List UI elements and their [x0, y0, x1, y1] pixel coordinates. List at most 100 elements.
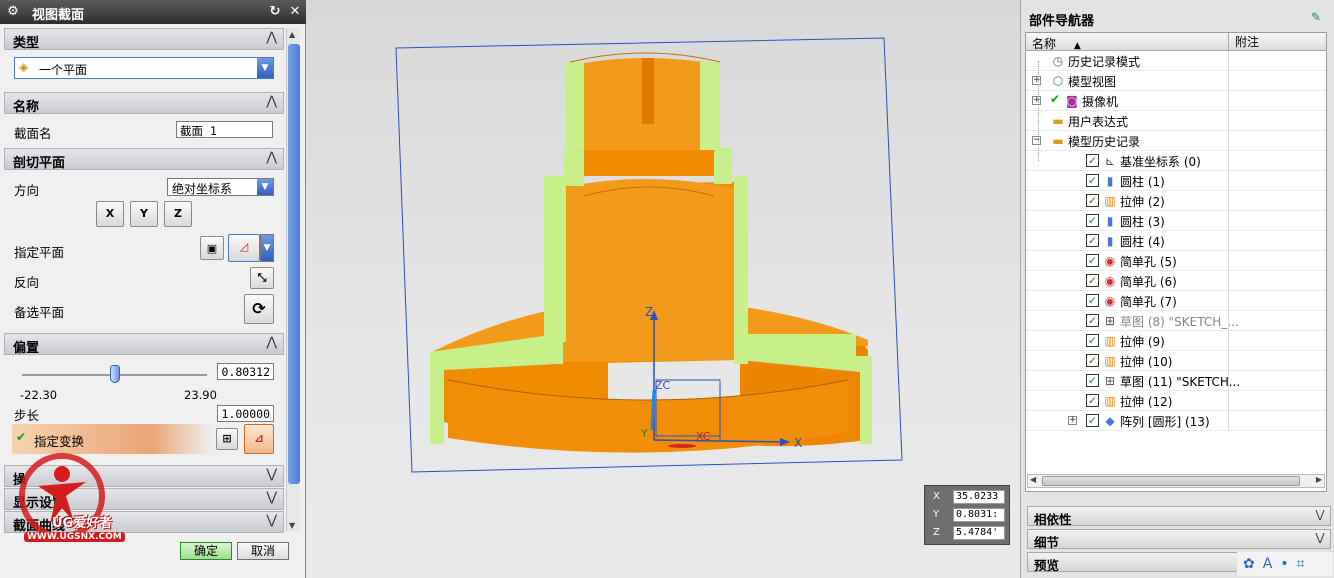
visibility-checkbox[interactable]: ✓: [1086, 394, 1099, 407]
chevron-down-icon[interactable]: ⋁: [1313, 531, 1327, 545]
navigator-tree[interactable]: 名称 ▲ 附注 ◷ 历史记录模式 + ⬡ 模型视图 + ✔ ◙ 摄像机 ▬ 用户表达式 − ▬ 模型历史记…: [1025, 32, 1327, 492]
plane-y-button[interactable]: Y: [130, 201, 158, 227]
section-name-field[interactable]: 截面 1: [176, 121, 273, 138]
visibility-checkbox[interactable]: ✓: [1086, 354, 1099, 367]
close-icon[interactable]: ✕: [286, 3, 304, 21]
tree-row[interactable]: ✓ ▮ 圆柱 (4): [1026, 231, 1326, 251]
plane-z-button[interactable]: Z: [164, 201, 192, 227]
pin-icon[interactable]: ✎: [1311, 10, 1321, 24]
panel-dependencies[interactable]: 相依性 ⋁: [1027, 506, 1331, 527]
transform-dialog-icon[interactable]: ⊞: [216, 428, 238, 450]
step-value-field[interactable]: 1.00000: [217, 405, 274, 422]
expand-toggle-icon[interactable]: +: [1032, 96, 1041, 105]
scrollbar-thumb[interactable]: [288, 44, 300, 484]
specify-transform-row[interactable]: ✔ 指定变换: [12, 424, 212, 454]
column-note-header[interactable]: 附注: [1228, 33, 1259, 51]
chevron-up-icon[interactable]: ⋀: [266, 150, 277, 165]
ok-button[interactable]: 确定: [180, 542, 232, 560]
section-offset[interactable]: 偏置 ⋀: [4, 333, 284, 356]
panel-details[interactable]: 细节 ⋁: [1027, 529, 1331, 550]
chevron-up-icon[interactable]: ⋀: [266, 94, 277, 109]
input-method-toolbar[interactable]: ✿A•⌗: [1237, 552, 1333, 576]
tree-row[interactable]: ✓ ▥ 拉伸 (12): [1026, 391, 1326, 411]
chevron-down-icon[interactable]: ⋁: [1313, 508, 1327, 522]
cancel-button[interactable]: 取消: [237, 542, 289, 560]
dialog-scrollbar[interactable]: ▲ ▼: [286, 28, 300, 532]
column-name-header[interactable]: 名称 ▲: [1032, 35, 1081, 52]
crop-icon[interactable]: ⌗: [1297, 556, 1313, 572]
chevron-down-icon[interactable]: ⋁: [266, 490, 277, 505]
visibility-checkbox[interactable]: ✓: [1086, 274, 1099, 287]
offset-slider-thumb[interactable]: [109, 365, 120, 383]
section-cut-plane[interactable]: 剖切平面 ⋀: [4, 148, 284, 171]
chevron-up-icon[interactable]: ⋀: [266, 335, 277, 350]
tree-row[interactable]: ✓ ◉ 简单孔 (6): [1026, 271, 1326, 291]
coord-z-field[interactable]: 5.4784': [953, 526, 1005, 540]
type-select[interactable]: ◈ 一个平面 ▼: [14, 57, 274, 79]
gear-icon[interactable]: ⚙: [4, 3, 22, 21]
plane-x-button[interactable]: X: [96, 201, 124, 227]
expand-toggle-icon[interactable]: −: [1032, 136, 1041, 145]
tree-row[interactable]: ✓ ⊾ 基准坐标系 (0): [1026, 151, 1326, 171]
scroll-left-icon[interactable]: ◀: [1030, 475, 1036, 484]
chevron-down-icon[interactable]: ⋁: [266, 467, 277, 482]
plane-dialog-icon[interactable]: ▣: [200, 236, 224, 260]
coord-x-field[interactable]: 35.0233: [953, 490, 1005, 504]
visibility-checkbox[interactable]: ✓: [1086, 314, 1099, 327]
tree-row[interactable]: ✓ ▥ 拉伸 (9): [1026, 331, 1326, 351]
punctuation-icon[interactable]: •: [1280, 556, 1296, 572]
tree-row[interactable]: ✓ ▥ 拉伸 (2): [1026, 191, 1326, 211]
chevron-down-icon[interactable]: ⋁: [266, 513, 277, 528]
visibility-checkbox[interactable]: ✓: [1086, 194, 1099, 207]
tree-row[interactable]: ✓ ◉ 简单孔 (7): [1026, 291, 1326, 311]
visibility-checkbox[interactable]: ✓: [1086, 414, 1099, 427]
expand-toggle-icon[interactable]: +: [1068, 416, 1077, 425]
tree-row[interactable]: ✓ ▥ 拉伸 (10): [1026, 351, 1326, 371]
tree-row[interactable]: + ✔ ◙ 摄像机: [1026, 91, 1326, 111]
plane-selector-dropdown[interactable]: ▼: [260, 234, 274, 262]
direction-select[interactable]: 绝对坐标系 ▼: [167, 178, 274, 196]
tree-row[interactable]: + ⬡ 模型视图: [1026, 71, 1326, 91]
tree-row[interactable]: ✓ ▮ 圆柱 (3): [1026, 211, 1326, 231]
tree-row[interactable]: ✓ ⊞ 草图 (8) "SKETCH_...: [1026, 311, 1326, 331]
visibility-checkbox[interactable]: ✓: [1086, 174, 1099, 187]
tree-row[interactable]: − ▬ 模型历史记录: [1026, 131, 1326, 151]
visibility-checkbox[interactable]: ✓: [1086, 214, 1099, 227]
section-view-canvas[interactable]: Z X ZC XC Y: [308, 0, 1014, 578]
coord-y-field[interactable]: 0.8031:: [953, 508, 1005, 522]
csys-transform-icon[interactable]: ⊿: [244, 424, 274, 454]
text-mode-icon[interactable]: A: [1263, 556, 1281, 572]
chevron-up-icon[interactable]: ⋀: [266, 30, 277, 45]
tree-row[interactable]: ✓ ▮ 圆柱 (1): [1026, 171, 1326, 191]
scroll-down-icon[interactable]: ▼: [289, 521, 295, 530]
tree-row[interactable]: ▬ 用户表达式: [1026, 111, 1326, 131]
visibility-checkbox[interactable]: ✓: [1086, 234, 1099, 247]
reset-icon[interactable]: ↻: [266, 3, 284, 21]
hscroll-thumb[interactable]: [1042, 476, 1300, 486]
chevron-down-icon[interactable]: ▼: [257, 179, 273, 195]
offset-value-field[interactable]: 0.80312: [217, 363, 274, 380]
expand-toggle-icon[interactable]: +: [1032, 76, 1041, 85]
visibility-checkbox[interactable]: ✓: [1086, 294, 1099, 307]
tree-row[interactable]: ◷ 历史记录模式: [1026, 51, 1326, 71]
plane-selector-button[interactable]: ◿: [228, 234, 260, 262]
chevron-down-icon[interactable]: ▼: [261, 235, 273, 261]
scroll-right-icon[interactable]: ▶: [1316, 475, 1322, 484]
reverse-direction-icon[interactable]: ⤡: [250, 267, 274, 289]
section-name[interactable]: 名称 ⋀: [4, 92, 284, 115]
visibility-checkbox[interactable]: ✓: [1086, 374, 1099, 387]
tree-row[interactable]: + ✓ ◆ 阵列 [圆形] (13): [1026, 411, 1326, 431]
scroll-up-icon[interactable]: ▲: [289, 30, 295, 39]
paw-icon[interactable]: ✿: [1243, 556, 1263, 572]
tree-row[interactable]: ✓ ◉ 简单孔 (5): [1026, 251, 1326, 271]
sort-asc-icon[interactable]: ▲: [1074, 41, 1081, 51]
chevron-down-icon[interactable]: ▼: [257, 58, 273, 78]
cycle-plane-icon[interactable]: ⟳: [244, 294, 274, 324]
tree-hscrollbar[interactable]: ◀ ▶: [1027, 474, 1325, 488]
visibility-checkbox[interactable]: ✓: [1086, 254, 1099, 267]
visibility-checkbox[interactable]: ✓: [1086, 154, 1099, 167]
tree-row[interactable]: ✓ ⊞ 草图 (11) "SKETCH...: [1026, 371, 1326, 391]
graphics-viewport[interactable]: Z X ZC XC Y: [308, 0, 1014, 578]
visibility-checkbox[interactable]: ✓: [1086, 334, 1099, 347]
section-type[interactable]: 类型 ⋀: [4, 28, 284, 51]
